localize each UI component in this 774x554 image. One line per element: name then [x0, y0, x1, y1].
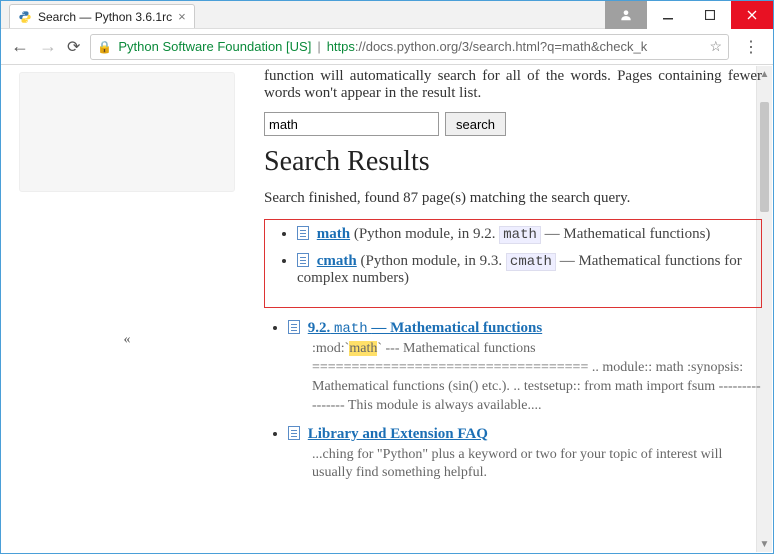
url-text: https://docs.python.org/3/search.html?q=…	[327, 39, 704, 54]
search-status: Search finished, found 87 page(s) matchi…	[264, 190, 762, 207]
tab-title: Search — Python 3.6.1rc	[38, 10, 172, 24]
tab-strip: Search — Python 3.6.1rc ×	[1, 1, 605, 28]
document-icon	[288, 320, 300, 334]
document-icon	[288, 426, 300, 440]
result-snippet: :mod:`math` --- Mathematical functions =…	[312, 340, 762, 416]
result-link-section[interactable]: 9.2. math — Mathematical functions	[308, 320, 542, 336]
maximize-button[interactable]	[689, 1, 731, 29]
result-item-section: 9.2. math — Mathematical functions :mod:…	[288, 320, 762, 416]
document-icon	[297, 226, 309, 240]
module-results-box: math (Python module, in 9.2. math — Math…	[264, 219, 762, 308]
address-bar[interactable]: 🔒 Python Software Foundation [US] | http…	[90, 34, 729, 60]
search-form: search	[264, 112, 762, 136]
site-identity: Python Software Foundation [US]	[118, 39, 311, 54]
result-item-math: math (Python module, in 9.2. math — Math…	[297, 226, 753, 243]
result-link-cmath[interactable]: cmath	[317, 253, 357, 269]
sidebar-placeholder	[19, 72, 235, 192]
intro-text: function will automatically search for a…	[264, 68, 762, 102]
minimize-button[interactable]	[647, 1, 689, 29]
forward-button: →	[39, 36, 57, 57]
main-column: function will automatically search for a…	[246, 66, 772, 552]
result-snippet: ...ching for "Python" plus a keyword or …	[312, 446, 762, 484]
page-content: « function will automatically search for…	[2, 66, 772, 552]
collapse-sidebar-icon[interactable]: «	[124, 332, 131, 348]
result-item-faq: Library and Extension FAQ ...ching for "…	[288, 426, 762, 484]
result-meta: (Python module, in 9.2. math — Mathemati…	[354, 226, 711, 242]
browser-tab[interactable]: Search — Python 3.6.1rc ×	[9, 4, 195, 28]
search-input[interactable]	[264, 112, 439, 136]
document-icon	[297, 253, 309, 267]
reload-button[interactable]: ⟳	[67, 37, 80, 57]
window-close-button[interactable]	[731, 1, 773, 29]
back-button[interactable]: ←	[11, 36, 29, 57]
user-profile-icon[interactable]	[605, 1, 647, 29]
lock-icon: 🔒	[97, 40, 112, 54]
tab-close-icon[interactable]: ×	[178, 9, 186, 24]
search-button[interactable]: search	[445, 112, 506, 136]
result-meta: (Python module, in 9.3. cmath — Mathemat…	[297, 253, 742, 286]
browser-toolbar: ← → ⟳ 🔒 Python Software Foundation [US] …	[1, 29, 773, 65]
page-title: Search Results	[264, 146, 762, 178]
bookmark-star-icon[interactable]: ☆	[709, 38, 722, 55]
sidebar: «	[2, 66, 246, 552]
python-favicon-icon	[18, 10, 32, 24]
result-link-faq[interactable]: Library and Extension FAQ	[308, 426, 488, 442]
result-item-cmath: cmath (Python module, in 9.3. cmath — Ma…	[297, 253, 753, 287]
window-controls	[605, 1, 773, 28]
window-titlebar: Search — Python 3.6.1rc ×	[1, 1, 773, 29]
result-link-math[interactable]: math	[317, 226, 350, 242]
separator: |	[317, 39, 320, 54]
browser-menu-icon[interactable]: ⋮	[739, 37, 763, 57]
